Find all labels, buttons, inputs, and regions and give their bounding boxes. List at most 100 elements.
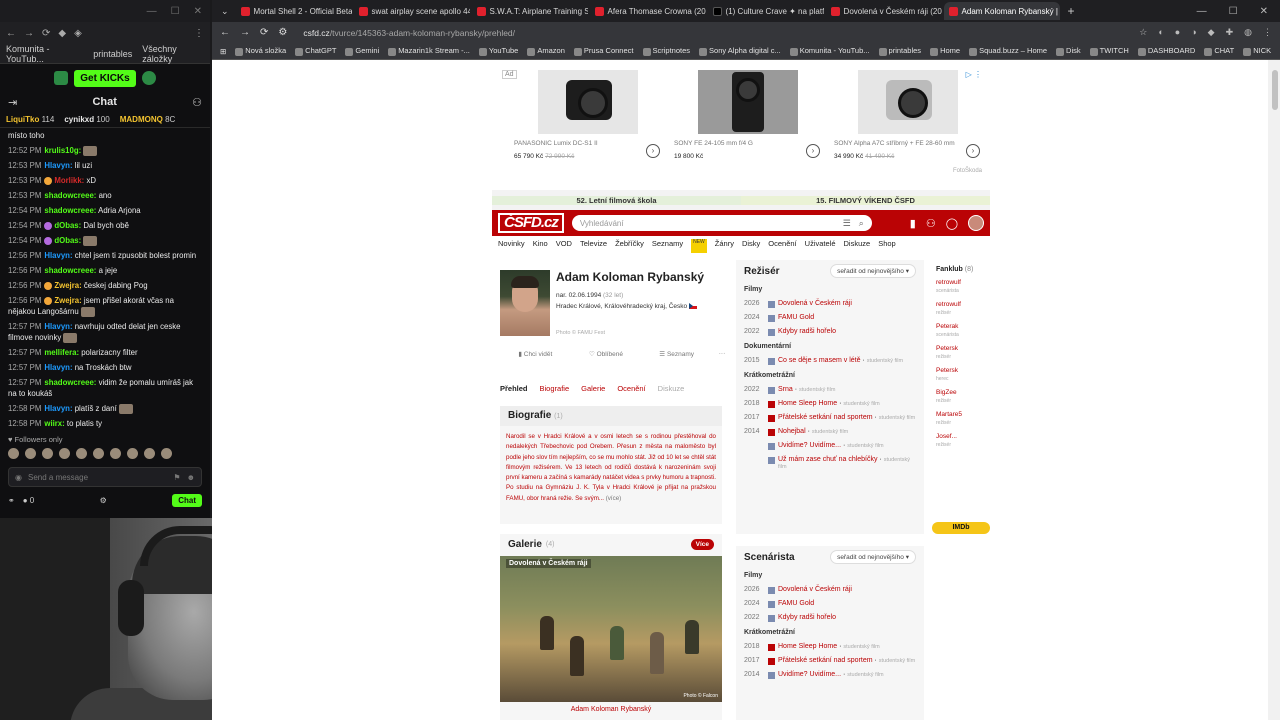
message-user[interactable]: Hlavyn:: [44, 404, 72, 413]
tab-overview[interactable]: Přehled: [500, 384, 528, 393]
fanclub-user[interactable]: Petersk herec: [936, 367, 996, 383]
message-user[interactable]: shadowcreee:: [44, 378, 96, 387]
nav-item[interactable]: Žebříčky: [615, 239, 644, 253]
imdb-button[interactable]: IMDb: [932, 522, 990, 534]
browser-tab[interactable]: Dovolená v Českém ráji (2026)✕: [826, 2, 942, 20]
bookmark-item[interactable]: Home: [930, 46, 960, 56]
bookmark-item[interactable]: NICK: [1243, 46, 1271, 56]
gift-icon[interactable]: [141, 71, 156, 85]
bookmark-item[interactable]: Scriptnotes: [642, 46, 690, 56]
arrow-right-icon[interactable]: ›: [966, 144, 980, 158]
csfd-logo[interactable]: ČSFD.cz: [498, 213, 564, 233]
message-user[interactable]: mellifera:: [44, 348, 79, 357]
top-user[interactable]: MADMONQ 8C: [120, 115, 176, 124]
emote-icon[interactable]: [93, 448, 104, 459]
site-info-icon[interactable]: ⚙: [278, 27, 287, 38]
fanclub-user[interactable]: retrowulf scenárista: [936, 279, 996, 295]
emote-icon[interactable]: [127, 448, 138, 459]
emote-icon[interactable]: [76, 448, 87, 459]
bookmark[interactable]: Všechny záložky: [142, 44, 204, 64]
browser-tab[interactable]: (1) Culture Crave ✦ na platfor✕: [708, 2, 824, 20]
bookmark-item[interactable]: Mazarin1k Stream -...: [388, 46, 470, 56]
bookmark-item[interactable]: DASHBOARD: [1137, 46, 1195, 56]
fanclub-user-name[interactable]: Peterak: [936, 323, 958, 330]
bookmark-item[interactable]: ChatGPT: [295, 46, 336, 56]
ad-product[interactable]: SONY FE 24-105 mm f/4 G 19 800 Kč ›: [670, 70, 826, 170]
search-icon[interactable]: ⌕: [859, 218, 864, 229]
film-title-link[interactable]: Už mám zase chuť na chlebíčky: [778, 456, 878, 463]
emote-icon[interactable]: [110, 448, 121, 459]
emote-icon[interactable]: [144, 448, 155, 459]
message-user[interactable]: Zwejra:: [54, 296, 81, 305]
nav-item[interactable]: Žánry: [715, 239, 734, 253]
chat-send-button[interactable]: Chat: [172, 493, 202, 507]
bookmark-item[interactable]: Sony Alpha digital c...: [699, 46, 781, 56]
sort-select[interactable]: seřadit od nejnovějšího ▾: [830, 264, 916, 278]
message-user[interactable]: shadowcreee:: [44, 191, 96, 200]
get-kicks-button[interactable]: Get KICKs: [74, 69, 136, 87]
fanclub-user-name[interactable]: Petersk: [936, 345, 958, 352]
ad-product[interactable]: SONY Alpha A7C stříbrný + FE 28-60 mm 34…: [830, 70, 986, 170]
settings-icon[interactable]: ⚙: [100, 496, 107, 505]
minimize-icon[interactable]: —: [1197, 6, 1207, 17]
minimize-icon[interactable]: —: [147, 6, 157, 17]
emote-picker-icon[interactable]: ⚑: [173, 473, 180, 482]
fanclub-user[interactable]: Martare5 režisér: [936, 411, 996, 427]
ad-product[interactable]: PANASONIC Lumix DC-S1 II 65 790 Kč 72 99…: [510, 70, 666, 170]
url-field[interactable]: csfd.cz/tvurce/145363-adam-koloman-ryban…: [303, 28, 515, 38]
message-user[interactable]: shadowcreee:: [44, 266, 96, 275]
emote-icon[interactable]: [42, 448, 53, 459]
apps-icon[interactable]: ⊞: [220, 47, 226, 56]
puzzle-icon[interactable]: ✚: [1226, 27, 1234, 38]
film-title-link[interactable]: FAMU Gold: [778, 600, 814, 607]
link-icon[interactable]: ⚭: [8, 496, 15, 505]
fanclub-user[interactable]: Josef... režisér: [936, 433, 996, 449]
top-user[interactable]: LiquiTko 114: [6, 115, 54, 124]
menu-icon[interactable]: ⋮: [1263, 27, 1272, 38]
message-user[interactable]: shadowcreee:: [44, 206, 96, 215]
extension-icon[interactable]: ◈: [74, 28, 82, 39]
fanclub-user[interactable]: Petersk režisér: [936, 345, 996, 361]
avatar[interactable]: [968, 215, 984, 231]
film-title-link[interactable]: Přátelské setkání nad sportem: [778, 414, 873, 421]
nav-item[interactable]: Uživatelé: [805, 239, 836, 253]
fanclub-user-name[interactable]: retrowulf: [936, 279, 961, 286]
emote-icon[interactable]: [8, 448, 19, 459]
scrollbar[interactable]: [1268, 60, 1280, 720]
want-to-see-button[interactable]: ▮ Chci vidět: [500, 350, 571, 364]
bookmark-item[interactable]: Amazon: [527, 46, 565, 56]
nav-item[interactable]: Kino: [533, 239, 548, 253]
back-icon[interactable]: ←: [6, 28, 16, 39]
nav-item[interactable]: Seznamy: [652, 239, 683, 253]
message-user[interactable]: Hlavyn:: [44, 161, 72, 170]
collapse-icon[interactable]: ⇥: [8, 96, 17, 109]
fanclub-user-name[interactable]: retrowulf: [936, 301, 961, 308]
sort-select[interactable]: seřadit od nejnovějšího ▾: [830, 550, 916, 564]
emote-icon[interactable]: [59, 448, 70, 459]
message-user[interactable]: Zwejra:: [54, 281, 81, 290]
favorite-button[interactable]: ♡ Oblíbené: [571, 350, 642, 364]
emote-icon[interactable]: [25, 448, 36, 459]
search-input[interactable]: Vyhledávání ☰ ⌕: [571, 215, 872, 231]
back-icon[interactable]: ←: [220, 27, 230, 38]
bookmark-item[interactable]: Komunita - YouTub...: [789, 46, 870, 56]
gallery-more-button[interactable]: Více: [690, 538, 714, 550]
bookmark-star-icon[interactable]: ☆: [1139, 27, 1147, 38]
tab-biography[interactable]: Biografie: [540, 384, 570, 393]
bookmark[interactable]: printables: [93, 49, 132, 59]
nav-item[interactable]: Disky: [742, 239, 760, 253]
promo-banner-right[interactable]: 15. FILMOVÝ VÍKEND ČSFD: [741, 195, 990, 205]
film-title-link[interactable]: Dovolená v Českém ráji: [778, 300, 852, 307]
fanclub-user[interactable]: retrowulf režisér: [936, 301, 996, 317]
bookmark-item[interactable]: Prusa Connect: [573, 46, 634, 56]
message-user[interactable]: Morlikk:: [54, 176, 84, 185]
fanclub-user-name[interactable]: Josef...: [936, 433, 957, 440]
refresh-icon[interactable]: ⟳: [42, 28, 50, 39]
scrollbar-thumb[interactable]: [1272, 70, 1278, 110]
extension-icon[interactable]: ◑: [1191, 27, 1196, 38]
fanclub-user[interactable]: BigZee režisér: [936, 389, 996, 405]
message-icon[interactable]: ◯: [946, 217, 958, 230]
nav-item[interactable]: Novinky: [498, 239, 525, 253]
message-user[interactable]: Hlavyn:: [44, 251, 72, 260]
film-title-link[interactable]: Home Sleep Home: [778, 400, 837, 407]
